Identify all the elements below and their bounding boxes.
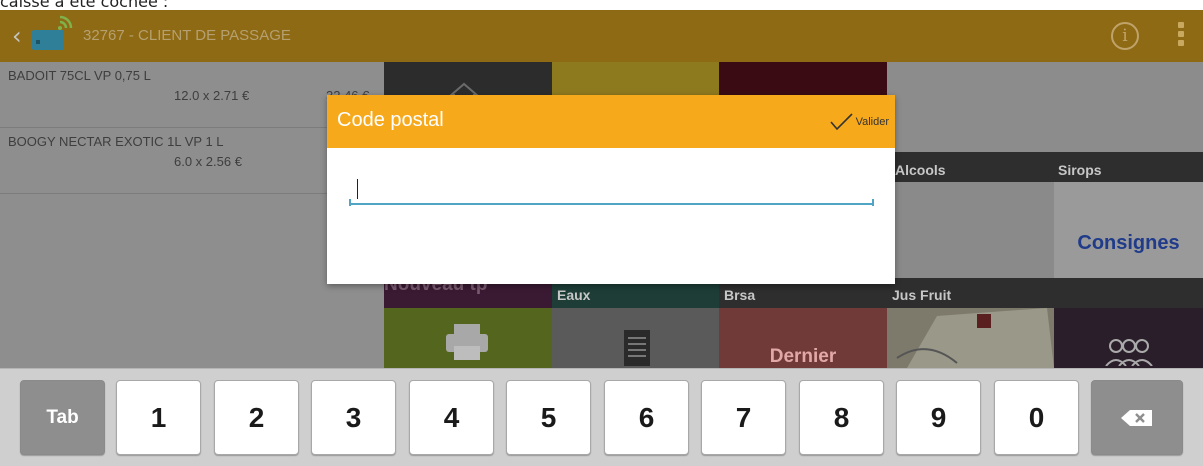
- key-3[interactable]: 3: [311, 380, 396, 455]
- numeric-keyboard: Tab 1 2 3 4 5 6 7 8 9 0: [0, 368, 1203, 466]
- document-icon: [624, 330, 650, 366]
- client-name[interactable]: 32767 - CLIENT DE PASSAGE: [83, 27, 291, 44]
- key-1[interactable]: 1: [116, 380, 201, 455]
- tile-grey[interactable]: [887, 62, 1203, 152]
- key-2[interactable]: 2: [214, 380, 299, 455]
- key-0[interactable]: 0: [994, 380, 1079, 455]
- validate-label: Valider: [855, 116, 889, 128]
- info-icon[interactable]: i: [1111, 22, 1139, 50]
- tile-photo[interactable]: [887, 308, 1054, 368]
- category-sirops[interactable]: Sirops: [1058, 162, 1102, 178]
- category-eaux[interactable]: Eaux: [557, 287, 590, 303]
- field-edge-left: [349, 199, 351, 206]
- cart-item-quantity: 6.0 x 2.56 €: [174, 154, 242, 169]
- printer-icon: [446, 324, 488, 360]
- category-brsa[interactable]: Brsa: [724, 287, 755, 303]
- back-chevron-icon[interactable]: ‹: [12, 24, 22, 48]
- category-jus-fruit[interactable]: Jus Fruit: [892, 287, 951, 303]
- field-edge-right: [872, 199, 874, 206]
- postal-code-input[interactable]: [349, 177, 874, 205]
- tile-mid-grey[interactable]: [887, 182, 1054, 278]
- users-icon: [1105, 339, 1153, 366]
- key-9[interactable]: 9: [896, 380, 981, 455]
- cart-item-quantity: 12.0 x 2.71 €: [174, 88, 250, 103]
- category-alcools[interactable]: Alcools: [895, 162, 946, 178]
- tile-users[interactable]: [1054, 308, 1203, 368]
- nfc-card-icon: [32, 15, 73, 50]
- tile-document[interactable]: [552, 308, 719, 368]
- postal-code-dialog: Code postal Valider: [327, 95, 895, 284]
- category-dernier: Dernier: [769, 346, 837, 367]
- page: caisse a été cochée : ‹ 32767 - CLIENT D…: [0, 0, 1203, 466]
- key-8[interactable]: 8: [799, 380, 884, 455]
- category-consignes: Consignes: [1077, 232, 1180, 254]
- tile-dernier[interactable]: Dernier: [719, 308, 887, 368]
- key-7[interactable]: 7: [701, 380, 786, 455]
- check-icon: [829, 113, 853, 131]
- header-bar: ‹ 32767 - CLIENT DE PASSAGE i: [0, 10, 1203, 62]
- tile-print[interactable]: [384, 308, 552, 368]
- text-caret: [357, 179, 358, 199]
- cart-item-name: BOOGY NECTAR EXOTIC 1L VP 1 L: [8, 134, 224, 149]
- key-4[interactable]: 4: [409, 380, 494, 455]
- key-5[interactable]: 5: [506, 380, 591, 455]
- key-6[interactable]: 6: [604, 380, 689, 455]
- overflow-menu-icon[interactable]: [1176, 22, 1186, 52]
- validate-button[interactable]: Valider: [828, 109, 889, 135]
- cart-item-name: BADOIT 75CL VP 0,75 L: [8, 68, 151, 83]
- caption-text: caisse a été cochée :: [0, 0, 169, 11]
- backspace-icon: [1121, 409, 1152, 426]
- backspace-key[interactable]: [1091, 380, 1183, 455]
- tab-key[interactable]: Tab: [20, 380, 105, 455]
- dialog-title: Code postal: [337, 109, 444, 131]
- dialog-header: Code postal Valider: [327, 95, 895, 148]
- photo-icon: [896, 308, 1054, 368]
